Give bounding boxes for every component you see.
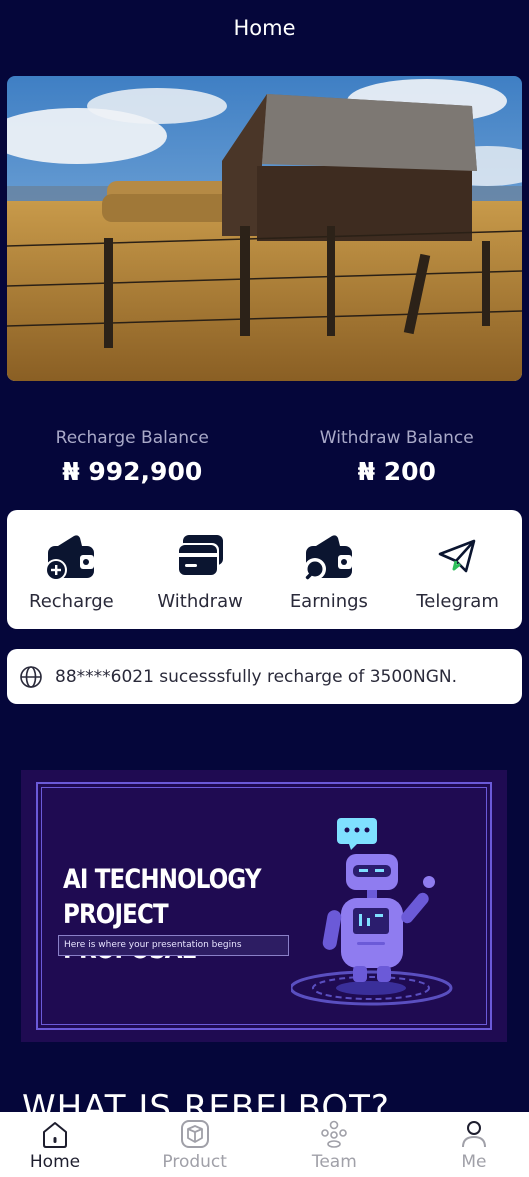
withdraw-button[interactable]: Withdraw bbox=[139, 520, 261, 620]
robot-illustration bbox=[289, 810, 471, 1014]
tab-team[interactable]: Team bbox=[289, 1112, 379, 1177]
notice-text: 88****6021 sucesssfully recharge of 3500… bbox=[55, 666, 457, 687]
globe-icon bbox=[19, 665, 43, 689]
team-icon bbox=[319, 1118, 349, 1150]
telegram-label: Telegram bbox=[416, 591, 499, 612]
recharge-label: Recharge bbox=[29, 591, 114, 612]
recharge-balance-amount: ₦ 992,900 bbox=[62, 457, 203, 486]
withdraw-balance: Withdraw Balance ₦ 200 bbox=[265, 425, 529, 495]
promo-title-line2: PROJECT PROPOSAL bbox=[63, 899, 196, 965]
user-icon bbox=[459, 1118, 489, 1150]
earnings-label: Earnings bbox=[289, 591, 368, 612]
telegram-button[interactable]: Telegram bbox=[397, 520, 519, 620]
card-icon bbox=[173, 527, 227, 585]
promo-subtitle: Here is where your presentation begins bbox=[58, 935, 289, 956]
recharge-notice-marquee: 88****6021 sucesssfully recharge of 3500… bbox=[7, 649, 522, 704]
home-icon bbox=[40, 1118, 70, 1150]
promo-title-line1: AI TECHNOLOGY bbox=[63, 864, 261, 895]
tab-me-label: Me bbox=[461, 1152, 487, 1172]
box-icon bbox=[180, 1118, 210, 1150]
recharge-button[interactable]: Recharge bbox=[10, 520, 132, 620]
withdraw-label: Withdraw bbox=[157, 591, 243, 612]
recharge-balance: Recharge Balance ₦ 992,900 bbox=[0, 425, 265, 495]
telegram-icon bbox=[436, 527, 480, 585]
tab-me[interactable]: Me bbox=[429, 1112, 519, 1177]
tab-product-label: Product bbox=[162, 1152, 227, 1172]
tab-product[interactable]: Product bbox=[150, 1112, 240, 1177]
hero-banner-image bbox=[7, 76, 522, 381]
tab-team-label: Team bbox=[311, 1152, 357, 1172]
promo-banner[interactable]: AI TECHNOLOGY PROJECT PROPOSAL Here is w… bbox=[21, 770, 507, 1042]
balance-summary: Recharge Balance ₦ 992,900 Withdraw Bala… bbox=[0, 425, 529, 495]
tab-home[interactable]: Home bbox=[10, 1112, 100, 1177]
withdraw-balance-amount: ₦ 200 bbox=[357, 457, 436, 486]
wallet-plus-icon bbox=[44, 527, 98, 585]
bottom-tab-bar: Home Product Team Me bbox=[0, 1112, 529, 1177]
withdraw-balance-label: Withdraw Balance bbox=[319, 428, 474, 448]
wallet-search-icon bbox=[302, 527, 356, 585]
tab-home-label: Home bbox=[29, 1152, 81, 1172]
recharge-balance-label: Recharge Balance bbox=[55, 428, 209, 448]
page-title: Home bbox=[233, 16, 296, 40]
quick-actions: Recharge Withdraw Earnings Telegram bbox=[7, 510, 522, 629]
earnings-button[interactable]: Earnings bbox=[268, 520, 390, 620]
